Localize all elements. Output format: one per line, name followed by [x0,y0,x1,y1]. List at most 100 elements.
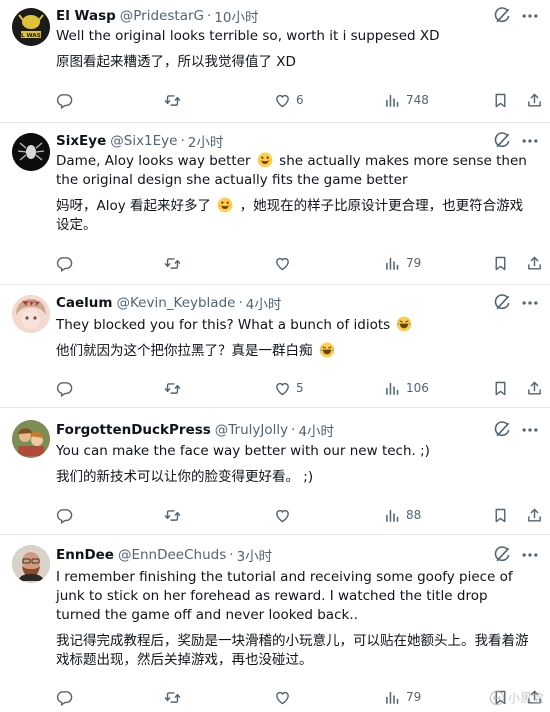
tweet-header: El Wasp @PridestarG · 10小时 [56,6,258,26]
more-options-icon[interactable] [520,420,540,440]
retweet-icon [164,380,181,397]
like-button[interactable]: 6 [274,89,304,111]
bookmark-icon [492,507,509,524]
timestamp[interactable]: 4小时 [298,420,334,440]
more-options-icon[interactable] [520,6,540,26]
view-count: 88 [406,508,422,522]
more-options-icon[interactable] [520,293,540,313]
timestamp[interactable]: 3小时 [237,545,273,565]
user-handle[interactable]: @EnnDeeChuds [118,547,226,563]
separator-dot: · [291,422,296,438]
views-button[interactable]: 88 [384,504,421,526]
retweet-button[interactable] [164,377,186,399]
text-part: 他们就因为这个把你拉黑了？真是一群白痴 [56,343,313,359]
views-button[interactable]: 748 [384,89,429,111]
tweet-forgottenduckpress[interactable]: ForgottenDuckPress @TrulyJolly · 4小时 You… [0,408,550,535]
tweet-caelum[interactable]: Caelum @Kevin_Keyblade · 4小时 They blocke… [0,285,550,408]
views-button[interactable]: 79 [384,686,421,708]
display-name[interactable]: SixEye [56,133,106,149]
separator-dot: · [206,8,212,24]
action-bar: 79 [52,252,530,274]
user-handle[interactable]: @PridestarG [120,8,204,24]
tweet-text-translation: 我记得完成教程后，奖励是一块滑稽的小玩意儿，可以贴在她额头上。我看着游戏标题出现… [56,633,529,668]
more-options-icon[interactable] [520,545,540,565]
tweet-text: Dame, Aloy looks way better she actually… [56,152,536,235]
like-button[interactable] [274,686,296,708]
tweet-text: Well the original looks terrible so, wor… [56,27,536,72]
reply-icon [56,255,73,272]
user-handle[interactable]: @Six1Eye [110,133,177,149]
grok-icon[interactable] [492,420,512,440]
anime-avatar-icon [12,295,50,333]
views-icon [384,380,401,397]
like-button[interactable] [274,252,296,274]
action-bar: 5 106 [52,377,530,399]
heybox-logo-icon [489,690,505,705]
like-button[interactable]: 5 [274,377,304,399]
views-button[interactable]: 79 [384,252,421,274]
bookmark-icon [492,255,509,272]
tweet-text-original: I remember finishing the tutorial and re… [56,569,513,623]
reply-button[interactable] [56,377,78,399]
retweet-button[interactable] [164,504,186,526]
heart-icon [274,689,291,706]
tweet-el-wasp[interactable]: EL WASP El Wasp @PridestarG · 10小时 Well … [0,0,550,123]
grok-icon[interactable] [492,131,512,151]
display-name[interactable]: EnnDee [56,547,114,563]
grok-icon[interactable] [492,293,512,313]
like-button[interactable] [274,504,296,526]
reply-button[interactable] [56,686,78,708]
views-button[interactable]: 106 [384,377,429,399]
avatar[interactable]: EL WASP [12,8,50,46]
display-name[interactable]: El Wasp [56,8,116,24]
views-icon [384,689,401,706]
heart-icon [274,255,291,272]
share-button[interactable] [526,504,543,526]
watermark: 小黑盒 [489,689,544,706]
more-options-icon[interactable] [520,131,540,151]
bookmark-button[interactable] [492,252,509,274]
share-icon [526,92,543,109]
user-handle[interactable]: @TrulyJolly [215,422,288,438]
reply-button[interactable] [56,504,78,526]
timestamp[interactable]: 10小时 [214,6,258,26]
tweet-text-translation: 他们就因为这个把你拉黑了？真是一群白痴 [56,342,536,361]
share-button[interactable] [526,377,543,399]
separator-dot: · [229,547,234,563]
display-name[interactable]: ForgottenDuckPress [56,422,211,438]
bookmark-button[interactable] [492,504,509,526]
tweet-text-original: They blocked you for this? What a bunch … [56,316,536,335]
tweet-text-translation: 原图看起来糟透了，所以我觉得值了 XD [56,54,296,70]
share-button[interactable] [526,89,543,111]
painting-avatar-icon [12,420,50,458]
spider-avatar-icon [12,133,50,171]
like-count: 6 [296,93,304,107]
avatar[interactable] [12,545,50,583]
bookmark-button[interactable] [492,377,509,399]
reply-button[interactable] [56,252,78,274]
avatar[interactable] [12,420,50,458]
share-button[interactable] [526,252,543,274]
avatar[interactable] [12,295,50,333]
retweet-icon [164,507,181,524]
like-count: 5 [296,381,304,395]
grok-icon[interactable] [492,545,512,565]
retweet-button[interactable] [164,686,186,708]
avatar[interactable] [12,133,50,171]
tweet-header: ForgottenDuckPress @TrulyJolly · 4小时 [56,420,334,440]
views-icon [384,92,401,109]
tweet-text-translation: 我们的新技术可以让你的脸变得更好看。 ;) [56,469,314,485]
bookmark-icon [492,380,509,397]
user-handle[interactable]: @Kevin_Keyblade [116,295,235,311]
tweet-enndee[interactable]: EnnDee @EnnDeeChuds · 3小时 I remember fin… [0,535,550,712]
display-name[interactable]: Caelum [56,295,112,311]
timestamp[interactable]: 4小时 [246,293,282,313]
tweet-sixeye[interactable]: SixEye @Six1Eye · 2小时 Dame, Aloy looks w… [0,123,550,285]
timestamp[interactable]: 2小时 [188,131,224,151]
tweet-text: I remember finishing the tutorial and re… [56,568,536,670]
retweet-button[interactable] [164,89,186,111]
retweet-button[interactable] [164,252,186,274]
reply-button[interactable] [56,89,78,111]
grok-icon[interactable] [492,6,512,26]
bookmark-button[interactable] [492,89,509,111]
